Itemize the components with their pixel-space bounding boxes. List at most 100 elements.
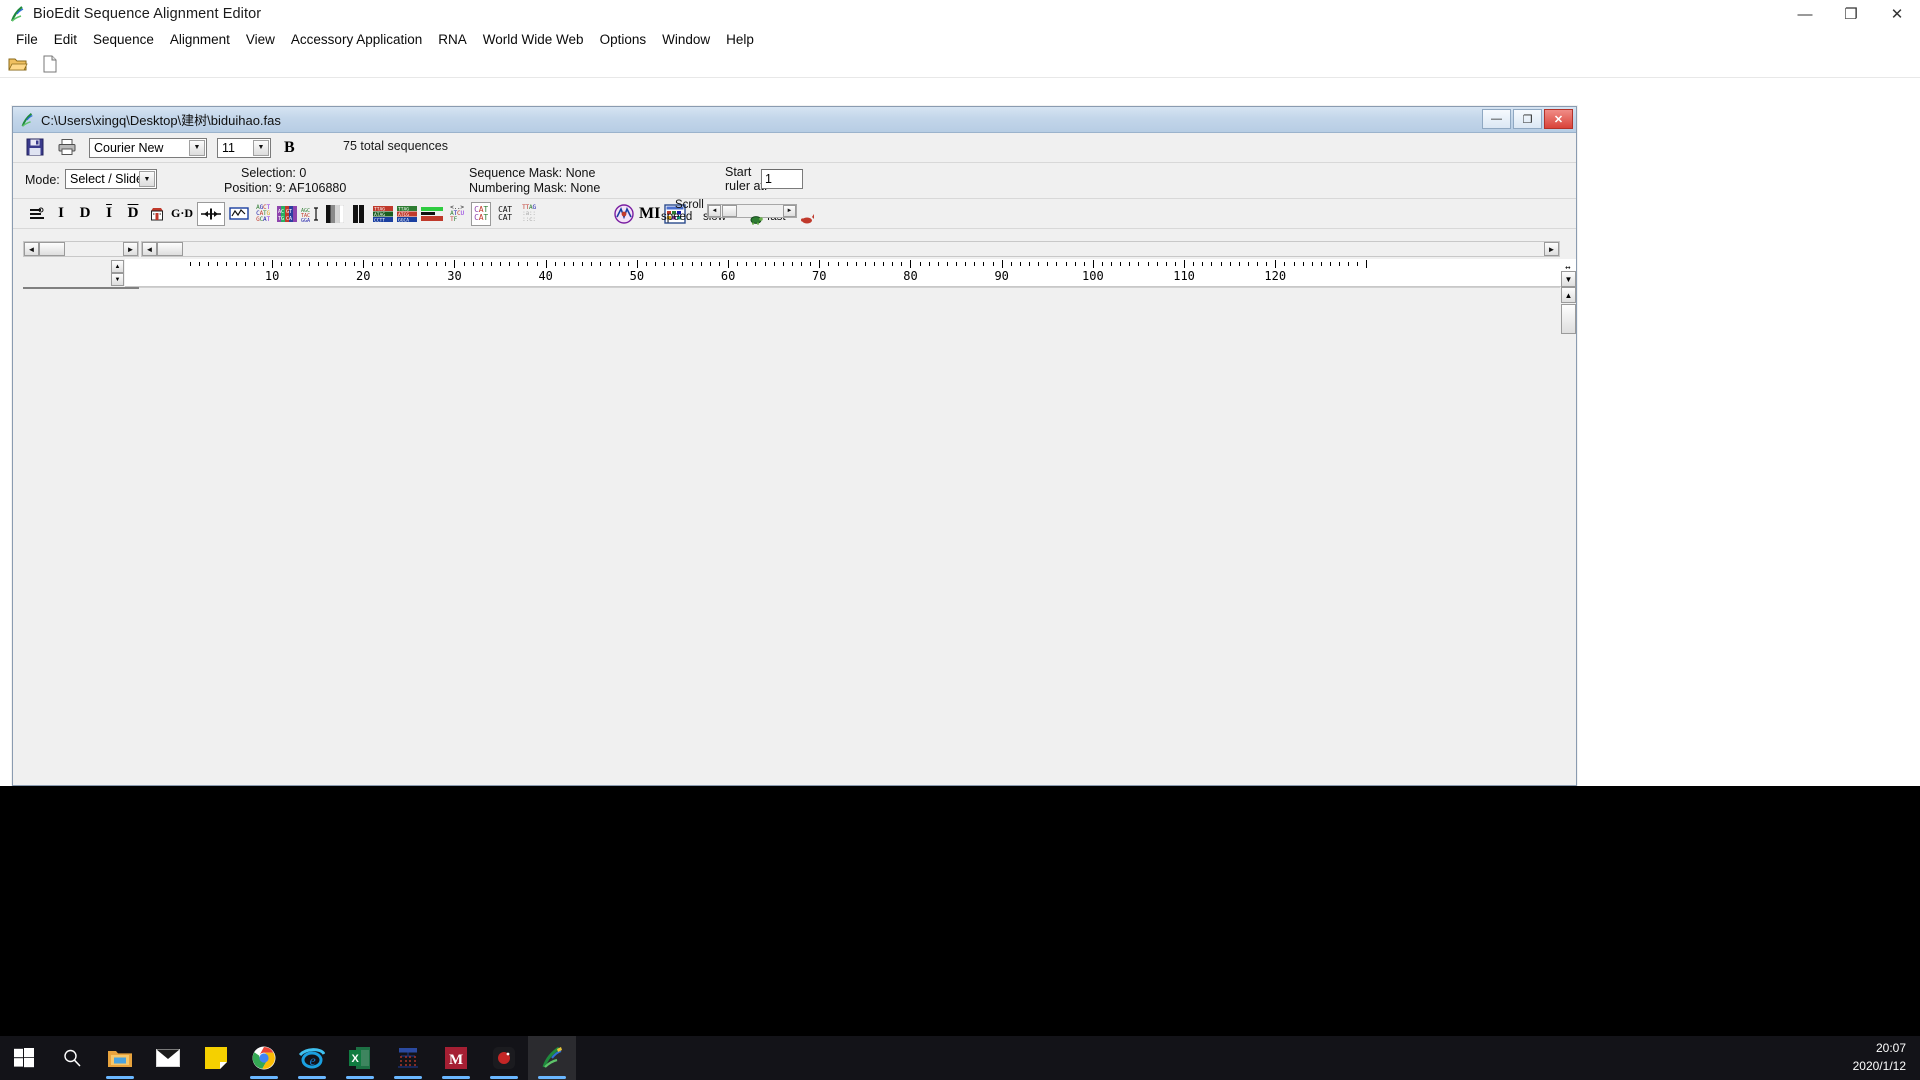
menu-item-world-wide-web[interactable]: World Wide Web [475,30,592,49]
highlight-columns-icon[interactable]: TTAG ATAG CCTT [373,202,393,226]
insert-underline-icon[interactable]: I [99,202,119,226]
gap-to-dot-icon[interactable]: G·D [171,202,193,226]
menu-item-help[interactable]: Help [718,30,762,49]
sequence-mask-label: Sequence Mask: None [469,166,595,180]
menu-item-options[interactable]: Options [592,30,655,49]
menu-item-alignment[interactable]: Alignment [162,30,238,49]
minimize-button[interactable]: — [1782,0,1828,28]
copy-sequence-icon[interactable]: CAT CAT [471,202,491,226]
sequence-alignment-panel[interactable]: TGTAAGTAAAAAGTCGTAACAAGGTTTTCCGTAGGTGAAC… [139,287,1560,288]
vertical-scroll-thumb[interactable] [1561,304,1576,334]
color-bases-icon[interactable]: AGCT CATG GCAT [253,202,273,226]
sequence-name-label[interactable]: XXX [24,288,138,289]
sticky-notes-icon[interactable] [192,1036,240,1080]
mail-icon[interactable] [144,1036,192,1080]
delete-mode-icon[interactable]: D [75,202,95,226]
insert-mode-icon[interactable]: I [51,202,71,226]
maximize-button[interactable]: ❐ [1828,0,1874,28]
ruler-minor-tick [901,262,902,266]
menu-item-edit[interactable]: Edit [46,30,85,49]
internet-explorer-icon[interactable]: e [288,1036,336,1080]
font-size-combo[interactable]: 11 ▼ [217,138,271,158]
lock-icon[interactable] [147,202,167,226]
menu-item-window[interactable]: Window [654,30,718,49]
search-icon[interactable] [48,1036,96,1080]
sequence-scroll-track[interactable] [183,242,1544,256]
indent-icon[interactable] [27,202,47,226]
document-maximize-button[interactable]: ❐ [1513,109,1542,129]
name-column-spinner[interactable]: ▲ ▼ [111,260,124,286]
name-column-spinner-down[interactable]: ▼ [111,273,124,286]
google-chrome-icon[interactable] [240,1036,288,1080]
bioedit-icon[interactable] [528,1036,576,1080]
black-column-icon[interactable] [349,202,369,226]
name-column-spinner-up[interactable]: ▲ [111,260,124,273]
menu-item-view[interactable]: View [238,30,283,49]
menu-item-accessory-application[interactable]: Accessory Application [283,30,430,49]
greyscale-shading-icon[interactable] [325,202,345,226]
scroll-speed-decrease-button[interactable]: ◄ [708,205,721,217]
total-sequences-label: 75 total sequences [343,139,448,153]
ruler-minor-tick [646,262,647,266]
taskbar-running-indicator [538,1076,566,1079]
delete-underline-icon[interactable]: D [123,202,143,226]
bold-button[interactable]: B [281,139,298,157]
molecule-icon[interactable] [613,202,635,226]
open-folder-icon[interactable] [8,55,28,73]
recorder-icon[interactable] [480,1036,528,1080]
sequence-scroll-thumb[interactable] [157,242,183,256]
color-columns-icon[interactable]: TTAG ATCG GGCA [397,202,417,226]
sequence-scroll-right-button[interactable]: ► [1544,242,1559,256]
sequence-horizontal-scrollbar[interactable]: ◄ ► [141,241,1560,257]
ruler-minor-tick [1239,262,1240,266]
start-button-icon[interactable] [0,1036,48,1080]
excel-icon[interactable]: X [336,1036,384,1080]
scroll-up-button[interactable]: ▲ [1561,287,1576,303]
names-scroll-thumb[interactable] [39,242,65,256]
document-minimize-button[interactable]: — [1482,109,1511,129]
names-scroll-track[interactable] [65,242,123,256]
save-disk-icon[interactable] [25,138,47,158]
ruler-minor-tick [783,262,784,266]
plot-similarity-icon[interactable] [421,202,443,226]
menu-item-rna[interactable]: RNA [430,30,475,49]
chevron-down-icon[interactable]: ▼ [139,171,155,187]
scroll-down-button[interactable]: ▼ [1561,271,1576,287]
compress-view-icon[interactable]: <..> ATCU TF [447,202,467,226]
ruler-minor-tick [628,262,629,266]
shade-identities-icon[interactable]: AC GT TG CA [277,202,297,226]
document-close-button[interactable]: ✕ [1544,109,1573,129]
mode-select[interactable]: Select / Slide ▼ [65,169,157,189]
dotplot-icon[interactable]: TTAG :a:: ::c: [519,202,539,226]
scroll-speed-thumb[interactable] [722,205,737,217]
mega-tree-icon[interactable] [384,1036,432,1080]
sequence-scroll-left-button[interactable]: ◄ [142,242,157,256]
ruler-canvas[interactable]: 102030405060708090100110120 [139,259,1560,287]
menu-item-sequence[interactable]: Sequence [85,30,162,49]
ruler-minor-tick [236,262,237,266]
names-scroll-left-button[interactable]: ◄ [24,242,39,256]
sequence-names-panel[interactable]: XXXGU979081 TubJQ639004 TubGU979056 TubA… [23,287,139,289]
taskbar-clock[interactable]: 20:07 2020/1/12 [1853,1039,1906,1075]
printer-icon[interactable] [57,138,79,158]
file-explorer-icon[interactable] [96,1036,144,1080]
mendeley-icon[interactable]: M [432,1036,480,1080]
start-ruler-input[interactable]: 1 [761,169,803,189]
ruler-tick-label: 30 [447,269,461,283]
paste-sequence-icon[interactable]: CATCAT [495,202,515,226]
names-scroll-right-button[interactable]: ► [123,242,138,256]
close-button[interactable]: ✕ [1874,0,1920,28]
ruler-major-tick [728,260,729,268]
menu-item-file[interactable]: File [8,30,46,49]
chevron-down-icon[interactable]: ▼ [253,140,269,156]
toggle-case-icon[interactable]: AGC TAC GGA [301,202,321,226]
mi-tool-icon[interactable]: MІ [639,202,660,226]
new-document-icon[interactable] [40,55,60,73]
font-family-combo[interactable]: Courier New ▼ [89,138,207,158]
chevron-down-icon[interactable]: ▼ [189,140,205,156]
align-center-icon[interactable] [197,202,225,226]
scroll-speed-increase-button[interactable]: ► [783,205,796,217]
names-horizontal-scrollbar[interactable]: ◄ ► [23,241,139,257]
graphic-view-icon[interactable] [229,202,249,226]
ruler-minor-tick [673,262,674,266]
